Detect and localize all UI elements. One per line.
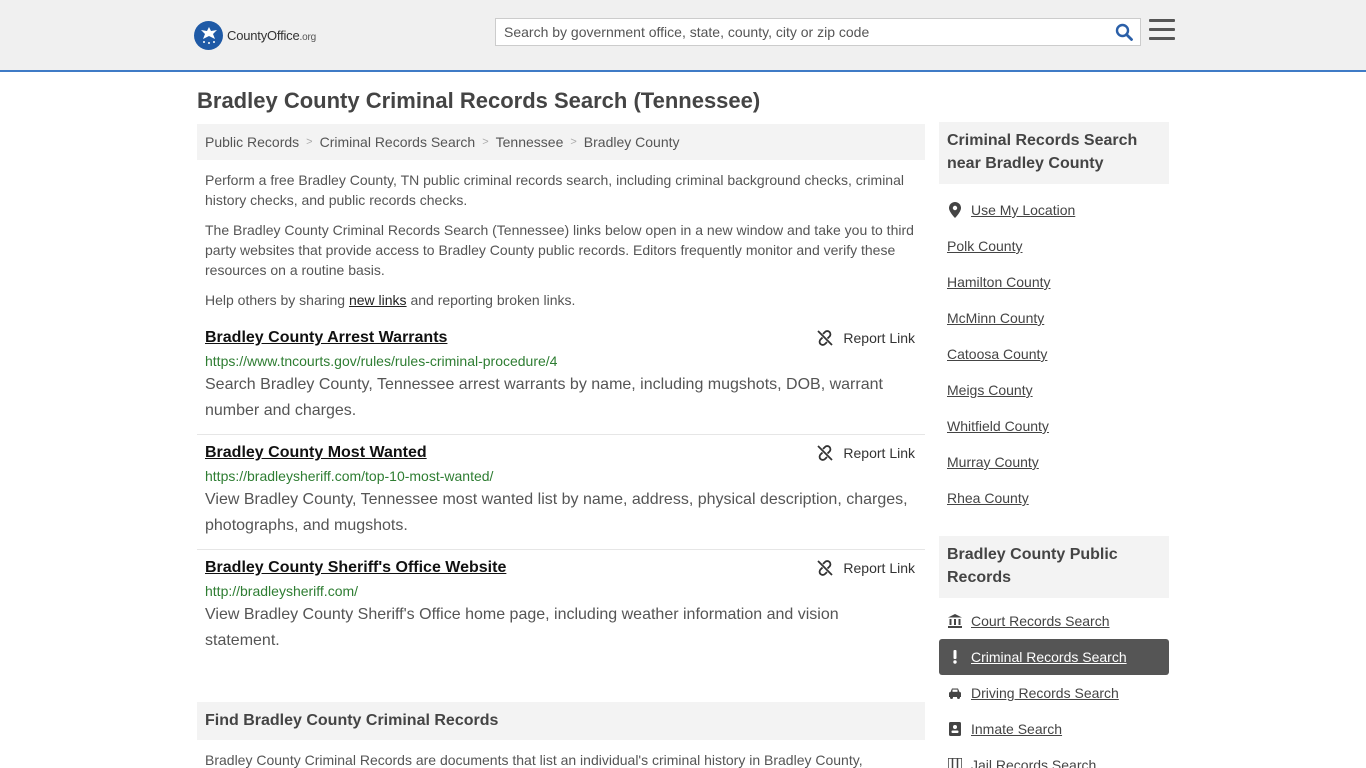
report-link-button[interactable]: Report Link xyxy=(817,328,915,348)
sidebar-item-criminal-records[interactable]: Criminal Records Search xyxy=(939,639,1169,675)
find-records-heading: Find Bradley County Criminal Records xyxy=(197,702,925,740)
main-content: Public Records > Criminal Records Search… xyxy=(197,124,925,664)
result-title-link[interactable]: Bradley County Most Wanted xyxy=(205,443,427,463)
find-records-text: Bradley County Criminal Records are docu… xyxy=(205,752,863,768)
result-title-link[interactable]: Bradley County Arrest Warrants xyxy=(205,328,447,348)
nearby-county-link[interactable]: Hamilton County xyxy=(947,274,1051,290)
sidebar-item-polk[interactable]: Polk County xyxy=(939,228,1169,264)
inmate-search-link[interactable]: Inmate Search xyxy=(971,721,1062,737)
sidebar-public-records: Bradley County Public Records Court Reco… xyxy=(939,536,1169,768)
nearby-county-link[interactable]: Meigs County xyxy=(947,382,1033,398)
sidebar-item-inmate-search[interactable]: Inmate Search xyxy=(939,711,1169,747)
public-records-list: Court Records Search Criminal Records Se… xyxy=(939,603,1169,768)
driving-records-link[interactable]: Driving Records Search xyxy=(971,685,1119,701)
sidebar-item-court-records[interactable]: Court Records Search xyxy=(939,603,1169,639)
result-item: Bradley County Most Wanted Report Link h… xyxy=(197,435,925,550)
sidebar-item-rhea[interactable]: Rhea County xyxy=(939,480,1169,516)
eagle-seal-icon xyxy=(194,20,223,50)
map-pin-icon xyxy=(947,202,963,218)
nearby-county-link[interactable]: Murray County xyxy=(947,454,1039,470)
sidebar-item-mcminn[interactable]: McMinn County xyxy=(939,300,1169,336)
search-icon xyxy=(1115,23,1133,41)
sidebar-item-whitfield[interactable]: Whitfield County xyxy=(939,408,1169,444)
report-link-button[interactable]: Report Link xyxy=(817,443,915,463)
intro-paragraph: Perform a free Bradley County, TN public… xyxy=(205,172,904,208)
use-location-link[interactable]: Use My Location xyxy=(971,202,1075,218)
sidebar-item-catoosa[interactable]: Catoosa County xyxy=(939,336,1169,372)
broken-link-icon xyxy=(817,560,834,576)
new-links-link[interactable]: new links xyxy=(349,292,407,308)
logo-text: CountyOffice.org xyxy=(227,27,316,43)
result-url: https://bradleysheriff.com/top-10-most-w… xyxy=(205,468,494,484)
exclamation-icon xyxy=(947,650,963,664)
broken-link-icon xyxy=(817,445,834,461)
nearby-county-link[interactable]: Polk County xyxy=(947,238,1022,254)
breadcrumb-criminal-records[interactable]: Criminal Records Search xyxy=(320,134,476,150)
result-url: http://bradleysheriff.com/ xyxy=(205,583,359,599)
menu-icon[interactable] xyxy=(1149,19,1175,43)
sidebar-item-driving-records[interactable]: Driving Records Search xyxy=(939,675,1169,711)
report-link-button[interactable]: Report Link xyxy=(817,558,915,578)
nearby-heading: Criminal Records Search near Bradley Cou… xyxy=(939,122,1169,184)
nearby-list: Use My Location Polk County Hamilton Cou… xyxy=(939,192,1169,516)
use-location-item[interactable]: Use My Location xyxy=(939,192,1169,228)
id-badge-icon xyxy=(947,722,963,736)
share-note: Help others by sharing new links and rep… xyxy=(205,292,576,308)
page-title: Bradley County Criminal Records Search (… xyxy=(197,88,761,113)
result-title-link[interactable]: Bradley County Sheriff's Office Website xyxy=(205,558,506,578)
car-icon xyxy=(947,687,963,699)
result-description: View Bradley County, Tennessee most want… xyxy=(205,491,908,534)
jail-icon xyxy=(947,758,963,768)
jail-records-link[interactable]: Jail Records Search xyxy=(971,757,1096,768)
criminal-records-link[interactable]: Criminal Records Search xyxy=(971,649,1127,665)
nearby-county-link[interactable]: McMinn County xyxy=(947,310,1044,326)
site-logo[interactable]: CountyOffice.org xyxy=(194,20,316,50)
intro-paragraph: The Bradley County Criminal Records Sear… xyxy=(205,222,914,278)
sidebar-item-murray[interactable]: Murray County xyxy=(939,444,1169,480)
search-input[interactable] xyxy=(496,19,1108,45)
nearby-county-link[interactable]: Rhea County xyxy=(947,490,1029,506)
sidebar-item-jail-records[interactable]: Jail Records Search xyxy=(939,747,1169,768)
breadcrumb-tennessee[interactable]: Tennessee xyxy=(496,134,564,150)
court-records-link[interactable]: Court Records Search xyxy=(971,613,1110,629)
sidebar-item-meigs[interactable]: Meigs County xyxy=(939,372,1169,408)
breadcrumb-bradley-county[interactable]: Bradley County xyxy=(584,134,680,150)
result-item: Bradley County Arrest Warrants Report Li… xyxy=(197,320,925,435)
breadcrumb: Public Records > Criminal Records Search… xyxy=(197,124,925,160)
intro-text: Perform a free Bradley County, TN public… xyxy=(197,170,925,310)
result-description: Search Bradley County, Tennessee arrest … xyxy=(205,376,883,419)
nearby-county-link[interactable]: Whitfield County xyxy=(947,418,1049,434)
breadcrumb-public-records[interactable]: Public Records xyxy=(205,134,299,150)
broken-link-icon xyxy=(817,330,834,346)
search-button[interactable] xyxy=(1108,19,1140,45)
result-url: https://www.tncourts.gov/rules/rules-cri… xyxy=(205,353,558,369)
courthouse-icon xyxy=(947,614,963,628)
result-description: View Bradley County Sheriff's Office hom… xyxy=(205,606,839,649)
site-search xyxy=(495,18,1141,46)
result-item: Bradley County Sheriff's Office Website … xyxy=(197,550,925,664)
sidebar-nearby: Criminal Records Search near Bradley Cou… xyxy=(939,122,1169,516)
nearby-county-link[interactable]: Catoosa County xyxy=(947,346,1047,362)
chevron-right-icon: > xyxy=(570,136,577,148)
chevron-right-icon: > xyxy=(306,136,313,148)
sidebar-item-hamilton[interactable]: Hamilton County xyxy=(939,264,1169,300)
chevron-right-icon: > xyxy=(482,136,489,148)
site-header: CountyOffice.org xyxy=(0,0,1366,72)
public-records-heading: Bradley County Public Records xyxy=(939,536,1169,598)
